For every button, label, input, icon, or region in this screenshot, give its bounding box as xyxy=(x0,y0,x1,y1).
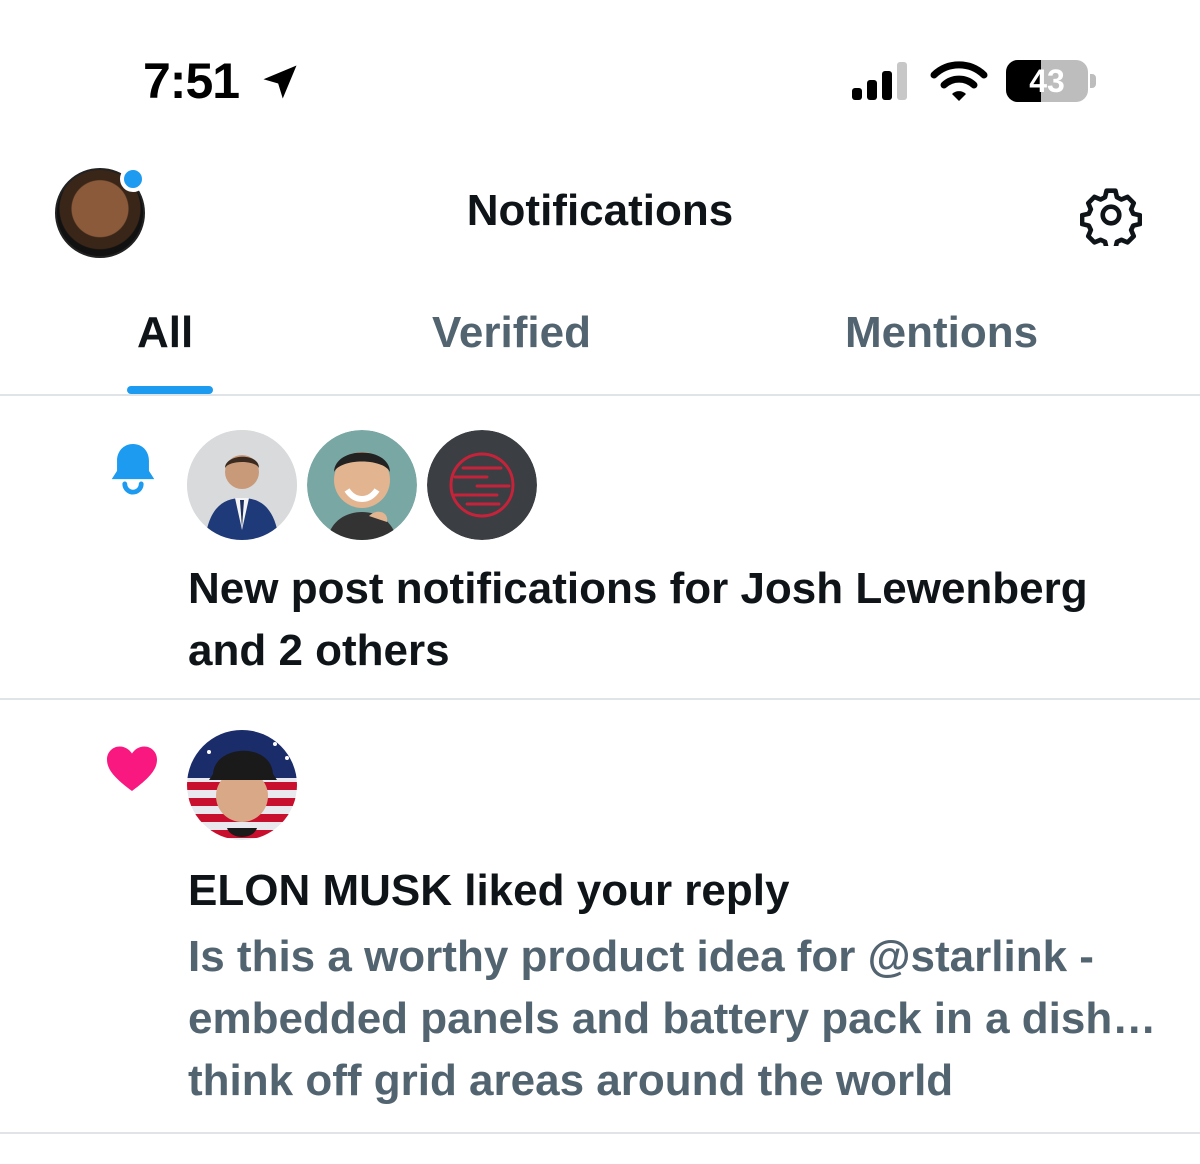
reply-preview-text: Is this a worthy product idea for @starl… xyxy=(188,932,1157,1105)
notification-text: New post notifications for Josh Lewenber… xyxy=(188,564,1088,675)
location-arrow-icon xyxy=(263,65,297,99)
bell-icon xyxy=(111,444,155,495)
status-bar: 7:51 43 xyxy=(0,0,1200,160)
tab-bar: All Verified Mentions xyxy=(0,290,1200,396)
avatar[interactable] xyxy=(427,430,537,540)
heart-icon xyxy=(107,746,157,791)
active-tab-indicator xyxy=(127,386,213,394)
gear-icon[interactable] xyxy=(1080,184,1142,246)
notification-text: ELON MUSK liked your reply xyxy=(188,866,790,915)
tab-verified[interactable]: Verified xyxy=(432,308,591,358)
wifi-icon xyxy=(930,61,988,101)
cell-signal-icon xyxy=(852,62,907,100)
notification-item[interactable]: New post notifications for Josh Lewenber… xyxy=(0,398,1200,700)
tab-all[interactable]: All xyxy=(137,308,193,358)
tab-mentions[interactable]: Mentions xyxy=(845,308,1038,358)
header: Notifications xyxy=(0,160,1200,270)
page-title: Notifications xyxy=(466,186,734,235)
battery-level: 43 xyxy=(1029,63,1065,99)
avatar[interactable] xyxy=(307,430,417,540)
status-time: 7:51 xyxy=(143,53,240,109)
battery-icon: 43 xyxy=(1006,60,1096,102)
notification-item[interactable]: ELON MUSK liked your reply Is this a wor… xyxy=(0,700,1200,1134)
avatar[interactable] xyxy=(187,430,297,540)
avatar[interactable] xyxy=(187,730,297,840)
